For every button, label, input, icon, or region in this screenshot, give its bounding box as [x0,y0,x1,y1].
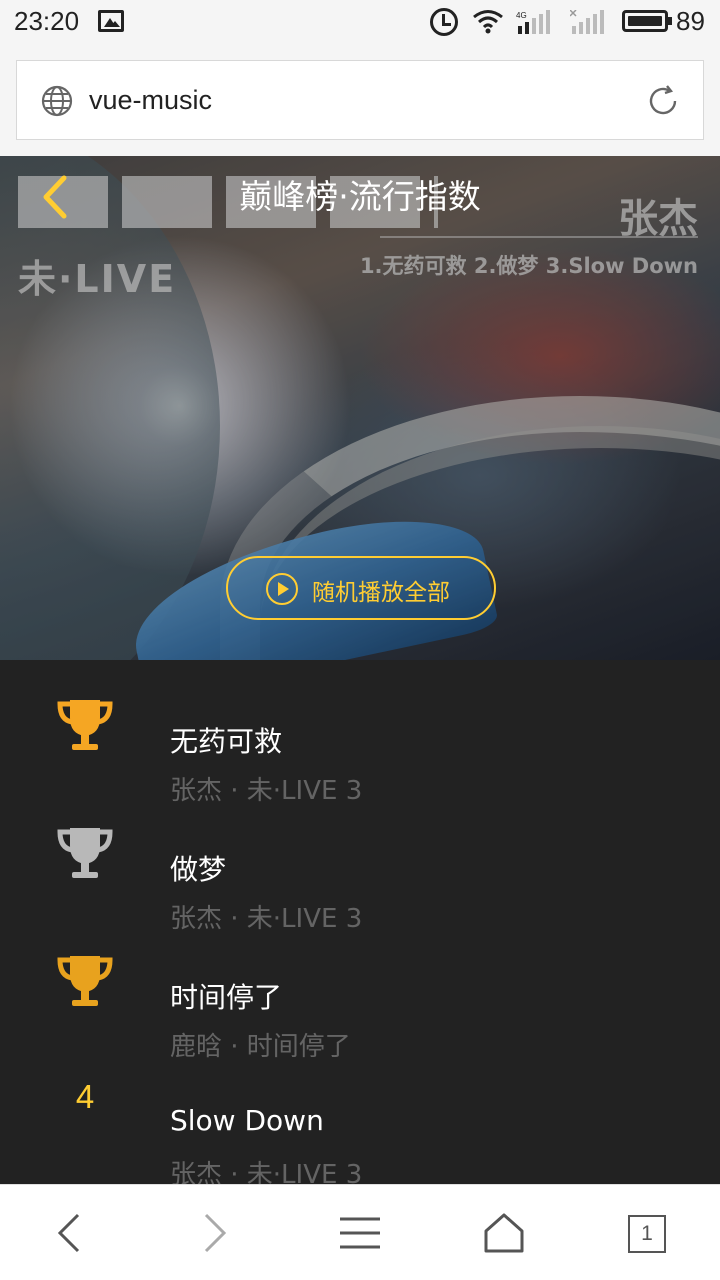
back-icon[interactable] [46,1209,94,1257]
song-name: 时间停了 [170,981,283,1014]
globe-icon [41,85,73,117]
play-all-label: 随机播放全部 [312,580,450,606]
home-icon[interactable] [480,1209,528,1257]
signal-no-service-icon [570,10,604,34]
address-bar[interactable]: vue-music [16,60,704,140]
rank-number: 4 [75,1078,95,1115]
trophy-bronze-icon [57,956,113,1006]
play-all-button[interactable]: 随机播放全部 [226,556,496,620]
network-label: 4G [516,11,527,20]
list-item[interactable]: 时间停了 鹿晗 · 时间停了 [0,916,720,1062]
list-item[interactable]: 4 Slow Down 张杰 · 未·LIVE 3 [0,1044,720,1184]
battery-icon [622,10,672,32]
song-name: Slow Down [170,1104,324,1137]
trophy-silver-icon [57,828,113,878]
battery-level: 89 [676,6,705,36]
forward-icon[interactable] [190,1209,238,1257]
browser-toolbar: 1 [0,1184,720,1280]
list-item[interactable]: 无药可救 张杰 · 未·LIVE 3 [0,660,720,806]
tabs-count-button[interactable]: 1 [628,1215,666,1253]
alarm-icon [430,8,458,36]
song-name: 无药可救 [170,725,283,758]
image-notification-icon [98,10,124,32]
song-name: 做梦 [170,853,227,886]
song-desc: 张杰 · 未·LIVE 3 [170,1160,363,1184]
signal-4g-icon: 4G [516,10,550,34]
list-item[interactable]: 做梦 张杰 · 未·LIVE 3 [0,788,720,934]
wifi-icon [473,10,503,34]
url-text[interactable]: vue-music [89,85,212,116]
menu-icon[interactable] [336,1209,384,1257]
status-time: 23:20 [14,6,80,36]
play-icon [266,573,298,605]
song-list[interactable]: 无药可救 张杰 · 未·LIVE 3 做梦 张杰 · 未·LIVE 3 时间停了… [0,660,720,1184]
reload-icon[interactable] [645,83,681,119]
trophy-gold-icon [57,700,113,750]
page-title: 巅峰榜·流行指数 [239,177,481,216]
status-bar: 23:20 4G 89 [0,0,720,46]
